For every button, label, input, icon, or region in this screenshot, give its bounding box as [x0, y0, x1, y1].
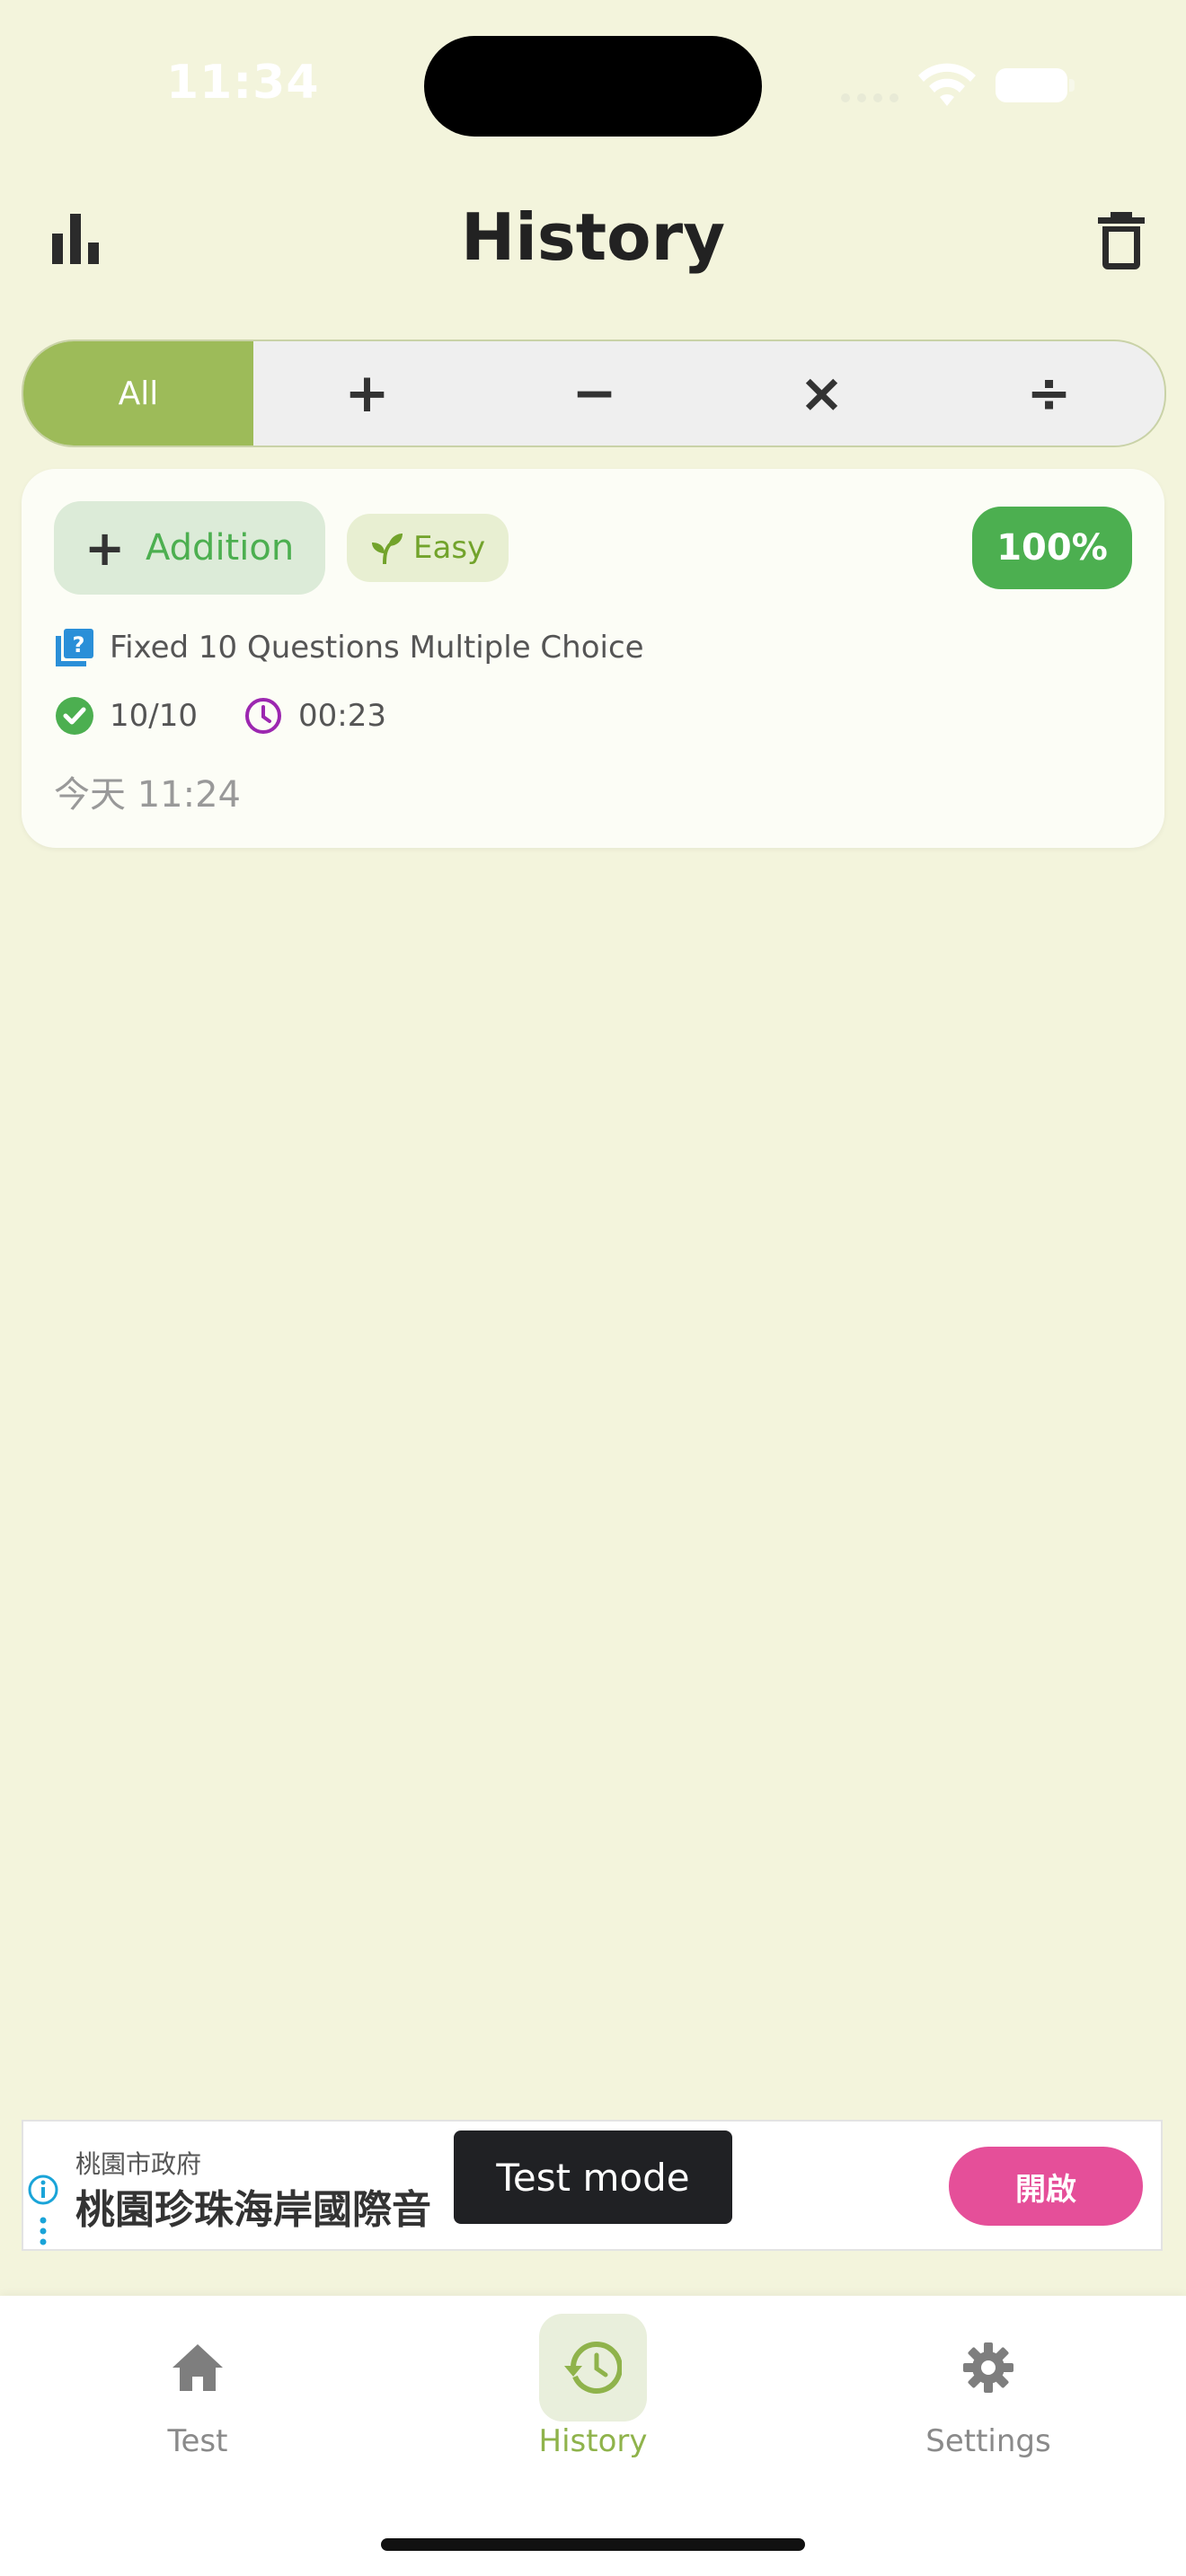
status-time: 11:34: [166, 56, 320, 110]
difficulty-chip: Easy: [347, 514, 509, 582]
more-vert-icon[interactable]: [40, 2217, 47, 2245]
dynamic-island: [424, 36, 762, 137]
filter-division[interactable]: ÷: [935, 341, 1163, 446]
battery-tip: [1069, 79, 1075, 92]
duration: 00:23: [297, 698, 386, 734]
svg-text:?: ?: [73, 632, 85, 657]
tab-settings-label: Settings: [925, 2423, 1051, 2459]
trash-icon[interactable]: [1098, 212, 1145, 269]
stats-row: 10/10 00:23: [56, 697, 386, 735]
home-indicator: [381, 2538, 805, 2551]
tab-settings-icon-wrap: [934, 2314, 1042, 2422]
ad-headline: 桃園珍珠海岸國際音: [75, 2187, 431, 2233]
operation-chip: + Addition: [54, 501, 325, 595]
filter-multiplication[interactable]: ×: [708, 341, 935, 446]
tab-test-icon-wrap: [144, 2314, 252, 2422]
history-icon: [564, 2342, 622, 2394]
quiz-icon: ?: [56, 629, 93, 666]
operation-label: Addition: [146, 527, 295, 569]
tab-history-icon-wrap: [539, 2314, 647, 2422]
history-date: 今天 11:24: [54, 774, 241, 816]
mode-label: Fixed 10 Questions Multiple Choice: [110, 630, 644, 666]
tab-test-label: Test: [167, 2423, 228, 2459]
operation-filter: All + − × ÷: [22, 340, 1166, 447]
page-title: History: [460, 199, 726, 275]
ad-open-button[interactable]: 開啟: [949, 2147, 1143, 2226]
test-mode-toast: Test mode: [454, 2130, 732, 2224]
correct-count: 10/10: [110, 698, 198, 734]
battery-icon: [996, 68, 1067, 102]
gear-icon: [963, 2342, 1013, 2393]
signal-icon: [841, 93, 904, 102]
tab-history-label: History: [538, 2423, 648, 2459]
score-badge: 100%: [972, 507, 1132, 589]
home-icon: [173, 2344, 223, 2391]
info-icon[interactable]: [27, 2174, 59, 2206]
filter-all[interactable]: All: [23, 341, 253, 446]
check-circle-icon: [56, 697, 93, 735]
tab-history[interactable]: History: [458, 2310, 728, 2472]
tab-test[interactable]: Test: [63, 2310, 332, 2472]
clock-icon: [244, 698, 281, 734]
filter-addition[interactable]: +: [253, 341, 481, 446]
mode-row: ? Fixed 10 Questions Multiple Choice: [56, 629, 644, 666]
difficulty-label: Easy: [413, 530, 486, 566]
ad-sponsor: 桃園市政府: [75, 2149, 202, 2179]
sprout-icon: [372, 534, 403, 565]
filter-subtraction[interactable]: −: [481, 341, 708, 446]
plus-icon: +: [84, 519, 126, 577]
tab-settings[interactable]: Settings: [854, 2310, 1123, 2472]
wifi-icon: [918, 63, 976, 106]
